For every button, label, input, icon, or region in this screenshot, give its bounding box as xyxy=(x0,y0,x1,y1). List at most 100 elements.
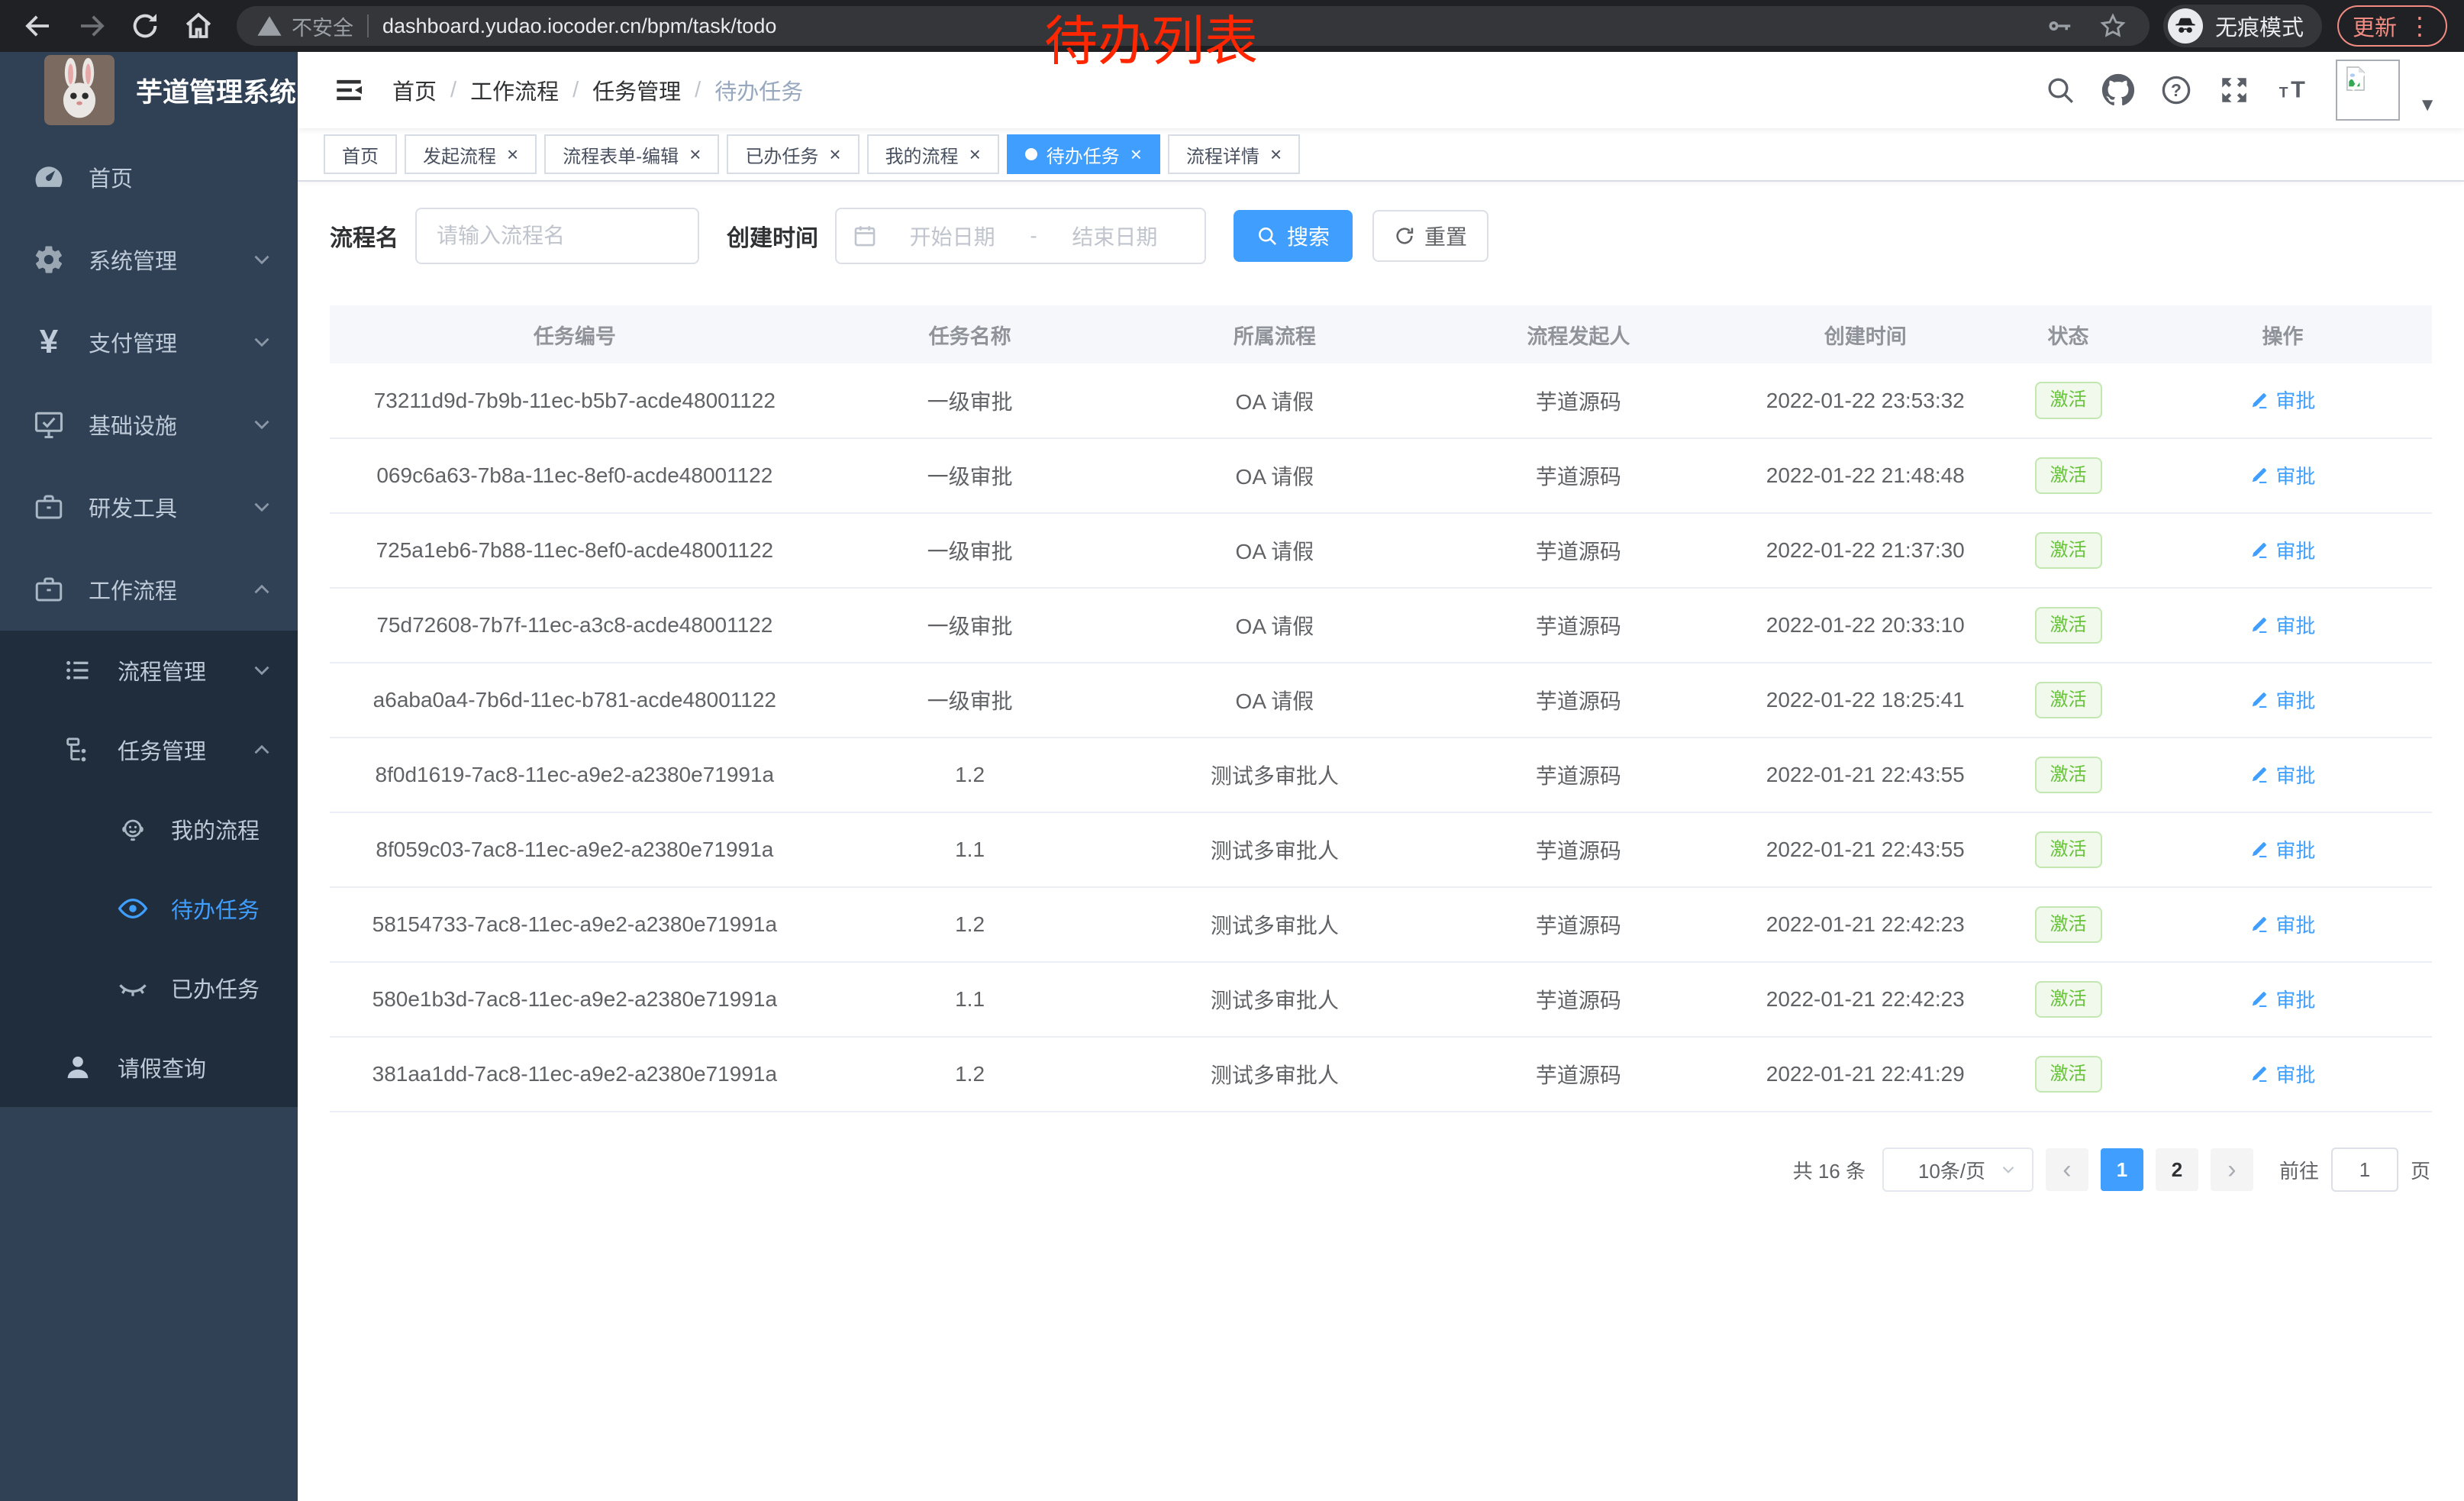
cell-task-name: 一级审批 xyxy=(820,438,1121,513)
sidebar-item-label: 研发工具 xyxy=(89,491,177,523)
browser-update-button[interactable]: 更新 ⋮ xyxy=(2337,5,2447,47)
prev-page-button[interactable]: ‹ xyxy=(2046,1148,2088,1191)
sidebar-item-task-manage[interactable]: 任务管理 xyxy=(0,710,298,789)
reload-button[interactable] xyxy=(124,5,166,47)
home-button[interactable] xyxy=(177,5,220,47)
approve-link[interactable]: 审批 xyxy=(2250,985,2315,1013)
cell-task-id: 75d72608-7b7f-11ec-a3c8-acde48001122 xyxy=(330,588,820,663)
approve-link[interactable]: 审批 xyxy=(2250,686,2315,714)
sidebar-item-my-process[interactable]: 我的流程 xyxy=(0,789,298,869)
breadcrumb-workflow[interactable]: 工作流程 xyxy=(470,74,559,106)
github-button[interactable] xyxy=(2101,73,2136,108)
cell-created: 2022-01-21 22:41:29 xyxy=(1727,1037,2003,1112)
tab-close-icon[interactable]: × xyxy=(1270,144,1282,164)
logo-rabbit-image xyxy=(44,55,114,125)
approve-link[interactable]: 审批 xyxy=(2250,760,2315,789)
cell-process: OA 请假 xyxy=(1120,363,1429,438)
cell-starter: 芋道源码 xyxy=(1429,812,1727,887)
sidebar-item-label: 待办任务 xyxy=(171,893,260,925)
tab-close-icon[interactable]: × xyxy=(1130,144,1142,164)
tab-label: 发起流程 xyxy=(423,141,496,168)
cell-task-id: 73211d9d-7b9b-11ec-b5b7-acde48001122 xyxy=(330,363,820,438)
fullscreen-button[interactable] xyxy=(2217,73,2252,108)
back-icon xyxy=(22,10,54,42)
edit-icon xyxy=(2250,540,2269,560)
header-search-button[interactable] xyxy=(2043,73,2078,108)
next-page-button[interactable]: › xyxy=(2211,1148,2253,1191)
sidebar-item-infra[interactable]: 基础设施 xyxy=(0,383,298,466)
tab-close-icon[interactable]: × xyxy=(507,144,518,164)
cell-starter: 芋道源码 xyxy=(1429,738,1727,812)
sidebar-item-process-manage[interactable]: 流程管理 xyxy=(0,631,298,710)
bookmark-star-button[interactable] xyxy=(2096,9,2130,43)
sidebar-toggle-button[interactable] xyxy=(331,73,366,108)
chevron-up-icon xyxy=(249,576,275,602)
logo[interactable]: 芋道管理系统 xyxy=(0,52,298,128)
chevron-down-icon xyxy=(249,247,275,273)
tab-close-icon[interactable]: × xyxy=(829,144,840,164)
sidebar-item-todo-task[interactable]: 待办任务 xyxy=(0,869,298,948)
column-process: 所属流程 xyxy=(1120,305,1429,363)
cell-task-name: 一级审批 xyxy=(820,513,1121,588)
cell-starter: 芋道源码 xyxy=(1429,438,1727,513)
sidebar-item-payment[interactable]: ¥ 支付管理 xyxy=(0,301,298,383)
edit-icon xyxy=(2250,1064,2269,1083)
page-button-2[interactable]: 2 xyxy=(2156,1148,2198,1191)
incognito-badge: 无痕模式 xyxy=(2163,5,2322,47)
tab[interactable]: 首页 xyxy=(324,134,397,174)
forward-button[interactable] xyxy=(70,5,113,47)
avatar[interactable] xyxy=(2336,60,2400,121)
status-badge: 激活 xyxy=(2035,457,2102,495)
goto-page-input[interactable] xyxy=(2331,1148,2398,1192)
tab[interactable]: 已办任务 × xyxy=(727,134,859,174)
page-button-1[interactable]: 1 xyxy=(2101,1148,2143,1191)
chevron-down-icon xyxy=(249,412,275,437)
cell-task-id: 8f0d1619-7ac8-11ec-a9e2-a2380e71991a xyxy=(330,738,820,812)
breadcrumb-separator: / xyxy=(695,78,701,103)
cell-task-id: 381aa1dd-7ac8-11ec-a9e2-a2380e71991a xyxy=(330,1037,820,1112)
sidebar-item-devtools[interactable]: 研发工具 xyxy=(0,466,298,548)
sidebar-item-home[interactable]: 首页 xyxy=(0,136,298,218)
sidebar-item-leave-query[interactable]: 请假查询 xyxy=(0,1028,298,1107)
kebab-menu-icon[interactable]: ⋮ xyxy=(2408,14,2432,38)
avatar-caret-icon[interactable]: ▼ xyxy=(2418,95,2437,116)
cell-process: 测试多审批人 xyxy=(1120,738,1429,812)
sidebar-item-system[interactable]: 系统管理 xyxy=(0,218,298,301)
sidebar-item-label: 基础设施 xyxy=(89,408,177,441)
tab-close-icon[interactable]: × xyxy=(689,144,701,164)
approve-link[interactable]: 审批 xyxy=(2250,536,2315,564)
breadcrumb-task-manage[interactable]: 任务管理 xyxy=(592,74,681,106)
back-button[interactable] xyxy=(17,5,60,47)
breadcrumb-home[interactable]: 首页 xyxy=(392,74,437,106)
approve-link[interactable]: 审批 xyxy=(2250,910,2315,938)
approve-link[interactable]: 审批 xyxy=(2250,611,2315,639)
tab-close-icon[interactable]: × xyxy=(969,144,981,164)
approve-link[interactable]: 审批 xyxy=(2250,386,2315,414)
cell-process: 测试多审批人 xyxy=(1120,812,1429,887)
tab[interactable]: 我的流程 × xyxy=(867,134,999,174)
tab[interactable]: 流程详情 × xyxy=(1168,134,1300,174)
search-button[interactable]: 搜索 xyxy=(1234,210,1353,262)
tab[interactable]: 流程表单-编辑 × xyxy=(544,134,719,174)
tab[interactable]: 发起流程 × xyxy=(405,134,537,174)
approve-link[interactable]: 审批 xyxy=(2250,1060,2315,1088)
page-size-select[interactable]: 10条/页 xyxy=(1882,1148,2033,1192)
date-range-picker[interactable]: 开始日期 - 结束日期 xyxy=(835,208,1206,264)
approve-link[interactable]: 审批 xyxy=(2250,461,2315,489)
cell-starter: 芋道源码 xyxy=(1429,363,1727,438)
help-button[interactable]: ? xyxy=(2159,73,2194,108)
process-name-input[interactable] xyxy=(415,208,699,264)
approve-link-label: 审批 xyxy=(2275,985,2315,1013)
sidebar-item-workflow[interactable]: 工作流程 xyxy=(0,548,298,631)
reset-button[interactable]: 重置 xyxy=(1372,210,1488,262)
approve-link[interactable]: 审批 xyxy=(2250,835,2315,863)
cell-task-name: 1.1 xyxy=(820,812,1121,887)
font-size-button[interactable]: TT xyxy=(2275,73,2310,108)
status-badge: 激活 xyxy=(2035,532,2102,570)
address-bar[interactable]: 不安全 dashboard.yudao.iocoder.cn/bpm/task/… xyxy=(237,6,2150,46)
password-key-button[interactable] xyxy=(2043,9,2076,43)
table-row: 58154733-7ac8-11ec-a9e2-a2380e71991a 1.2… xyxy=(330,887,2432,962)
sidebar-item-done-task[interactable]: 已办任务 xyxy=(0,948,298,1028)
edit-icon xyxy=(2250,989,2269,1009)
tab[interactable]: 待办任务 × xyxy=(1007,134,1160,174)
